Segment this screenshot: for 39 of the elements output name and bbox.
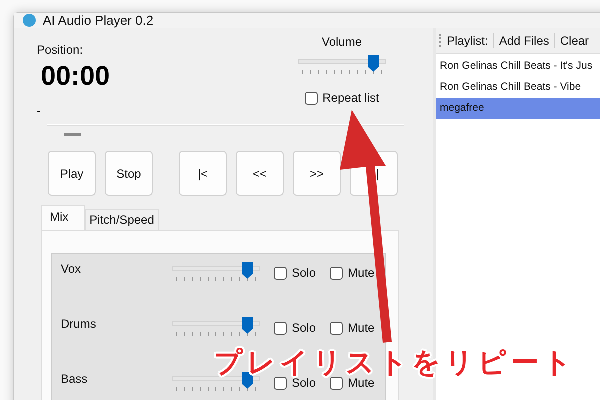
- channel-name: Bass: [61, 372, 89, 386]
- solo-checkbox[interactable]: Solo: [274, 376, 316, 390]
- position-label: Position:: [37, 43, 84, 57]
- transport-button[interactable]: Stop: [105, 151, 153, 196]
- tab[interactable]: Pitch/Speed: [84, 209, 160, 230]
- playlist-item[interactable]: Ron Gelinas Chill Beats - Vibe: [436, 77, 600, 98]
- solo-checkbox[interactable]: Solo: [274, 266, 316, 280]
- position-time: 00:00: [41, 61, 110, 92]
- playlist-item[interactable]: Ron Gelinas Chill Beats - It's Jus: [436, 56, 600, 77]
- position-thumb[interactable]: [64, 133, 81, 136]
- channel-name: Drums: [61, 317, 98, 331]
- slider-thumb[interactable]: [242, 262, 253, 279]
- toolbar-grip[interactable]: [439, 34, 442, 47]
- window-title: AI Audio Player 0.2: [43, 13, 154, 28]
- volume-label: Volume: [322, 35, 362, 49]
- channel-slider[interactable]: [172, 262, 260, 284]
- transport-button[interactable]: Play: [48, 151, 96, 196]
- mute-checkbox[interactable]: Mute: [330, 376, 375, 390]
- playlist-label: Playlist:: [447, 34, 488, 48]
- mute-checkbox[interactable]: Mute: [330, 321, 375, 335]
- transport-button[interactable]: |<: [179, 151, 227, 196]
- playlist-item[interactable]: megafree: [436, 98, 600, 119]
- volume-slider[interactable]: [298, 55, 386, 77]
- tab[interactable]: Mix: [41, 205, 85, 230]
- mute-checkbox[interactable]: Mute: [330, 266, 375, 280]
- transport-button[interactable]: >>: [293, 151, 341, 196]
- annotation-caption: プレイリストをリピート: [214, 348, 576, 379]
- channel-name: Vox: [61, 262, 82, 276]
- slider-thumb[interactable]: [242, 317, 253, 334]
- slider-thumb[interactable]: [242, 372, 253, 389]
- channel-slider[interactable]: [172, 317, 260, 339]
- toolbar-button[interactable]: Clear: [560, 34, 590, 48]
- app-icon: [23, 14, 36, 27]
- track-name: -: [37, 104, 42, 118]
- toolbar-button[interactable]: Add Files: [499, 34, 550, 48]
- repeat-checkbox[interactable]: Repeat list: [304, 91, 380, 105]
- solo-checkbox[interactable]: Solo: [274, 321, 316, 335]
- slider-thumb[interactable]: [368, 55, 379, 72]
- transport-button[interactable]: <<: [236, 151, 284, 196]
